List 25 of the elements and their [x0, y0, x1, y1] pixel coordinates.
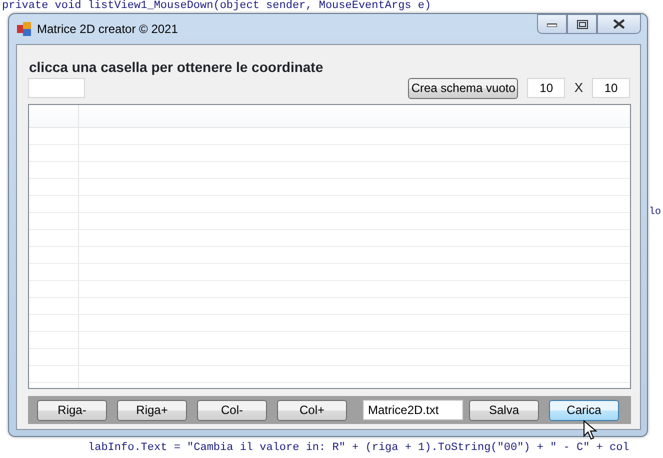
filename-field[interactable]: Matrice2D.txt	[363, 400, 463, 420]
code-line: lo	[649, 207, 662, 219]
app-icon	[17, 22, 31, 36]
instruction-label: clicca una casella per ottenere le coordinate	[28, 58, 324, 77]
window-title: Matrice 2D creator © 2021	[37, 21, 178, 38]
separator-label: X	[574, 79, 583, 98]
create-grid-button[interactable]: Crea schema vuoto	[408, 78, 518, 98]
toolbar-button[interactable]: Carica	[549, 400, 619, 420]
coordinate-field[interactable]	[28, 78, 85, 98]
rows-field[interactable]: 10	[527, 78, 566, 98]
minimize-button[interactable]	[537, 14, 567, 34]
toolbar-button[interactable]: Riga-	[37, 400, 107, 420]
code-line: labInfo.Text = "Cambia il valore in: R" + (riga + 1).ToString("00") + " - C" + col	[88, 441, 630, 455]
toolbar-button[interactable]: Riga+	[117, 400, 187, 420]
minimize-icon	[547, 21, 557, 27]
toolbar-button[interactable]: Col-	[197, 400, 267, 420]
close-button[interactable]	[597, 14, 641, 34]
maximize-icon	[576, 20, 588, 28]
close-icon	[613, 19, 625, 29]
cursor-icon	[583, 420, 597, 441]
maximize-button[interactable]	[567, 14, 597, 34]
code-line: private void listView1_MouseDown(object sender, MouseEventArgs e)	[2, 0, 432, 12]
columns-field[interactable]: 10	[592, 78, 630, 98]
toolbar-button[interactable]: Salva	[469, 400, 539, 420]
toolbar-button[interactable]: Col+	[277, 400, 347, 420]
